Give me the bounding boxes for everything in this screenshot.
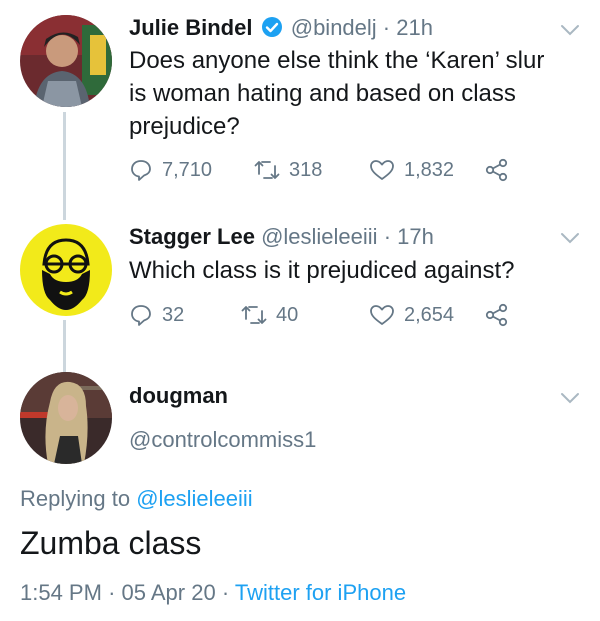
avatar-image: [20, 15, 112, 107]
tweet-text-line: Does anyone else think the ‘Karen’ slur: [129, 47, 545, 74]
author-name[interactable]: Julie Bindel: [129, 15, 252, 40]
reply-icon: [131, 160, 151, 181]
like-icon: [370, 305, 394, 325]
retweet-count: 318: [289, 158, 323, 181]
verified-badge-icon: [261, 16, 283, 44]
tweet-actions: 32 40 2,654: [129, 303, 569, 333]
avatar-image: [20, 372, 112, 464]
tweet-timestamp[interactable]: 1:54 PM: [20, 580, 102, 605]
chevron-down-icon[interactable]: [558, 390, 582, 406]
tweet-text-line: is woman hating and based on class: [129, 80, 516, 107]
avatar-stagger-lee[interactable]: [20, 224, 112, 316]
tweet-header: Stagger Lee @leslieleeiii · 17h: [129, 224, 434, 250]
tweet-date[interactable]: 05 Apr 20: [122, 580, 216, 605]
retweet-count: 40: [276, 303, 299, 326]
thread-line: [63, 112, 66, 220]
tweet-text: Does anyone else think the ‘Karen’ slur …: [129, 44, 569, 143]
retweet-button[interactable]: 40: [241, 303, 298, 327]
reply-button[interactable]: 7,710: [129, 158, 212, 182]
tweet-source-link[interactable]: Twitter for iPhone: [235, 580, 406, 605]
share-icon: [485, 303, 508, 327]
like-button[interactable]: 2,654: [369, 303, 454, 327]
avatar-dougman[interactable]: [20, 372, 112, 464]
tweet-meta: 1:54 PM · 05 Apr 20 · Twitter for iPhone: [20, 580, 406, 606]
tweet-header: Julie Bindel @bindelj · 21h: [129, 15, 433, 44]
separator: ·: [382, 15, 391, 40]
tweet-time[interactable]: 21h: [396, 15, 433, 40]
chevron-down-icon[interactable]: [558, 22, 582, 38]
share-icon: [485, 158, 508, 182]
avatar-julie-bindel[interactable]: [20, 15, 112, 107]
like-icon: [370, 160, 394, 180]
retweet-icon: [254, 161, 280, 179]
like-count: 1,832: [404, 158, 455, 181]
reply-icon: [131, 305, 151, 326]
like-button[interactable]: 1,832: [369, 158, 454, 182]
reply-count: 32: [162, 303, 185, 326]
retweet-icon: [241, 306, 267, 324]
main-author-name[interactable]: dougman: [129, 383, 228, 409]
replying-prefix: Replying to: [20, 486, 131, 511]
thread-line: [63, 320, 66, 372]
separator: ·: [221, 580, 230, 605]
separator: ·: [108, 580, 116, 605]
chevron-down-icon[interactable]: [558, 230, 582, 246]
author-handle[interactable]: @leslieleeiii: [261, 224, 378, 249]
tweet-text-line: Which class is it prejudiced against?: [129, 257, 515, 284]
reply-button[interactable]: 32: [129, 303, 184, 327]
retweet-button[interactable]: 318: [254, 158, 322, 182]
main-author-handle[interactable]: @controlcommiss1: [129, 427, 316, 453]
avatar-image: [20, 224, 112, 316]
author-handle[interactable]: @bindelj: [291, 15, 377, 40]
author-name[interactable]: Stagger Lee: [129, 224, 255, 249]
share-button[interactable]: [484, 303, 519, 327]
separator: ·: [383, 224, 392, 249]
main-tweet-text: Zumba class: [20, 525, 202, 561]
tweet-time[interactable]: 17h: [397, 224, 434, 249]
reply-count: 7,710: [162, 158, 213, 181]
tweet-text: Which class is it prejudiced against?: [129, 254, 569, 287]
tweet-actions: 7,710 318 1,832: [129, 158, 569, 188]
like-count: 2,654: [404, 303, 455, 326]
replying-to: Replying to @leslieleeiii: [20, 486, 253, 512]
share-button[interactable]: [484, 158, 519, 182]
replying-handle-link[interactable]: @leslieleeiii: [136, 486, 253, 511]
tweet-text-line: prejudice?: [129, 113, 240, 140]
